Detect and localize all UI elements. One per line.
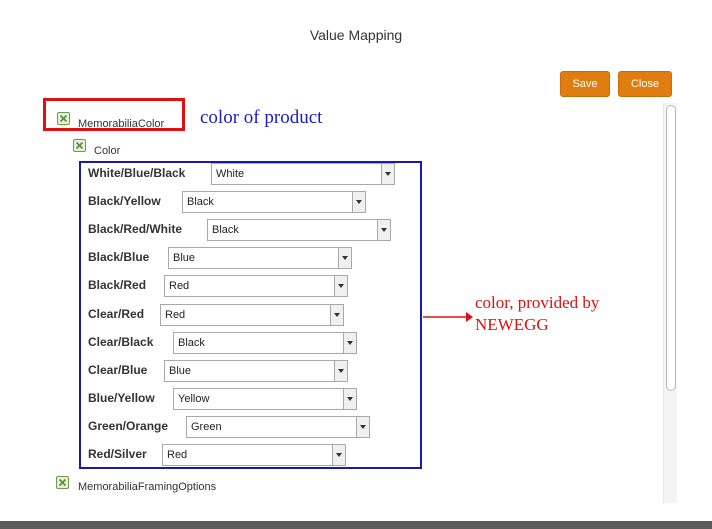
mapping-source-label: Green/Orange [88, 419, 169, 433]
mapping-target-value: Blue [173, 252, 196, 264]
mapping-target-value: White [216, 168, 245, 180]
mapping-target-select[interactable]: White [211, 163, 395, 185]
mapping-target-value: Black [178, 337, 205, 349]
bottom-edge-bar [0, 521, 712, 529]
mapping-target-select[interactable]: Blue [164, 360, 348, 382]
dropdown-arrow-icon[interactable] [381, 164, 394, 184]
vertical-scrollbar[interactable] [663, 103, 677, 503]
dropdown-arrow-icon[interactable] [334, 361, 347, 381]
dropdown-arrow-icon[interactable] [334, 276, 347, 296]
checkbox-icon[interactable] [73, 139, 86, 152]
mapping-source-label: Clear/Red [88, 307, 145, 321]
save-button[interactable]: Save [560, 71, 610, 97]
mapping-target-value: Blue [169, 365, 192, 377]
dropdown-arrow-icon[interactable] [352, 192, 365, 212]
scrollbar-thumb[interactable] [666, 105, 676, 391]
close-button[interactable]: Close [618, 71, 672, 97]
mapping-target-value: Red [167, 449, 188, 461]
mapping-target-value: Red [165, 309, 186, 321]
arrow-left-icon [423, 312, 473, 322]
dropdown-arrow-icon[interactable] [356, 417, 369, 437]
annotation-provided-color: color, provided by NEWEGG [475, 293, 600, 334]
dropdown-arrow-icon[interactable] [377, 220, 390, 240]
dropdown-arrow-icon[interactable] [343, 333, 356, 353]
mapping-source-label: Black/Blue [88, 250, 150, 264]
checkbox-icon[interactable] [56, 476, 69, 489]
annotation-product-color: color of product [200, 107, 323, 128]
mapping-target-value: Black [187, 196, 214, 208]
mapping-target-value: Black [212, 224, 239, 236]
mapping-source-label: Clear/Black [88, 335, 154, 349]
mapping-target-value: Yellow [178, 393, 210, 405]
mapping-target-select[interactable]: Red [164, 275, 348, 297]
mapping-source-label: Black/Red [88, 278, 147, 292]
dropdown-arrow-icon[interactable] [330, 305, 343, 325]
highlight-box-product-color [43, 98, 185, 131]
mapping-source-label: White/Blue/Black [88, 166, 186, 180]
mapping-source-label: Red/Silver [88, 447, 147, 461]
tree-node-color[interactable]: Color [94, 145, 120, 157]
mapping-target-value: Green [191, 421, 222, 433]
mapping-target-select[interactable]: Black [207, 219, 391, 241]
mapping-target-select[interactable]: Green [186, 416, 370, 438]
mapping-source-label: Clear/Blue [88, 363, 148, 377]
mapping-target-select[interactable]: Yellow [173, 388, 357, 410]
dropdown-arrow-icon[interactable] [343, 389, 356, 409]
mapping-source-label: Black/Yellow [88, 194, 161, 208]
mapping-target-value: Red [169, 280, 190, 292]
mapping-source-label: Black/Red/White [88, 222, 183, 236]
mapping-target-select[interactable]: Blue [168, 247, 352, 269]
mapping-target-select[interactable]: Black [173, 332, 357, 354]
mapping-target-select[interactable]: Red [160, 304, 344, 326]
dropdown-arrow-icon[interactable] [338, 248, 351, 268]
mapping-source-label: Blue/Yellow [88, 391, 155, 405]
dropdown-arrow-icon[interactable] [332, 445, 345, 465]
mapping-target-select[interactable]: Black [182, 191, 366, 213]
mapping-target-select[interactable]: Red [162, 444, 346, 466]
tree-node-memorabilia-framing-options[interactable]: MemorabiliaFramingOptions [78, 481, 216, 493]
dialog-title: Value Mapping [309, 27, 403, 43]
